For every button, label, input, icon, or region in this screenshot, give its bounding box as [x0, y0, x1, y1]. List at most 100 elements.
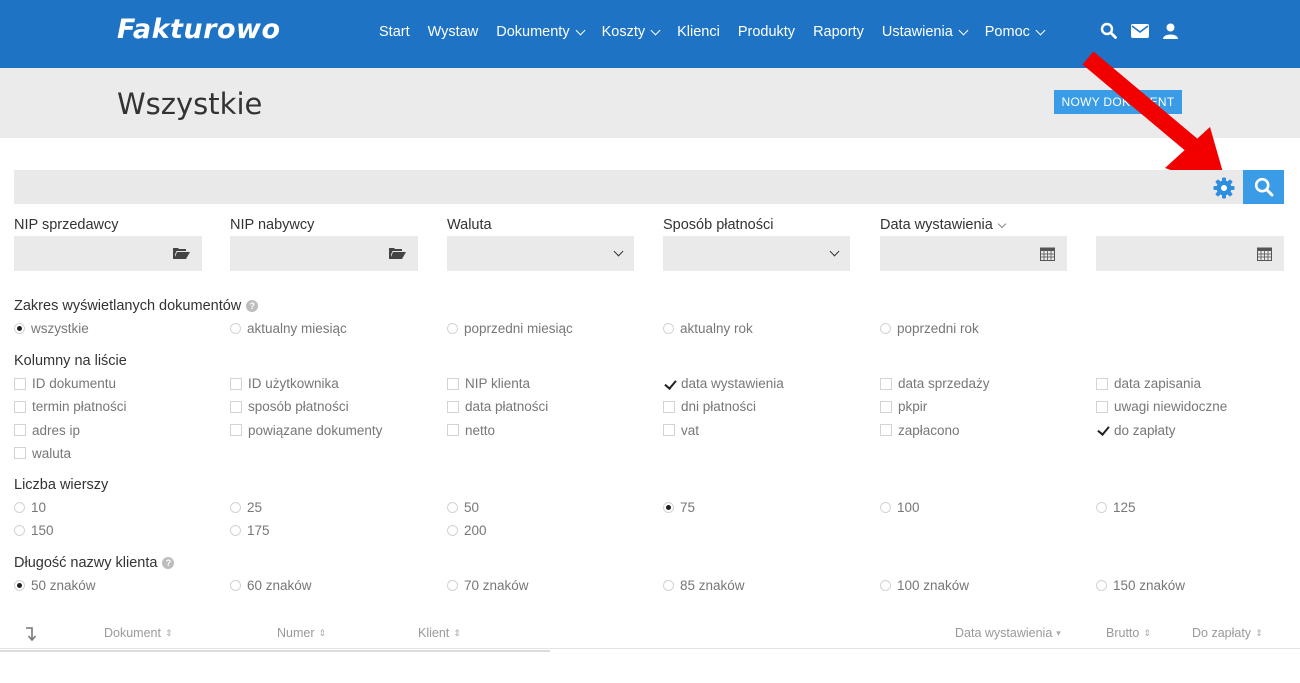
rows-option[interactable]: 200	[447, 523, 487, 538]
checkbox[interactable]	[14, 377, 26, 390]
column-option[interactable]: vat	[663, 423, 699, 438]
checkbox[interactable]	[880, 377, 892, 390]
calendar-icon[interactable]	[1257, 246, 1272, 261]
envelope-icon[interactable]	[1131, 23, 1149, 38]
range-option[interactable]: poprzedni miesiąc	[447, 321, 573, 336]
radio-button[interactable]	[230, 502, 241, 513]
column-option[interactable]: adres ip	[14, 423, 80, 438]
nav-item-wystaw[interactable]: Wystaw	[428, 24, 479, 40]
app-logo[interactable]: Fakturowo	[117, 14, 281, 45]
checkbox[interactable]	[230, 377, 242, 390]
nav-item-start[interactable]: Start	[379, 24, 410, 40]
nav-item-klienci[interactable]: Klienci	[677, 24, 720, 40]
nav-item-dokumenty[interactable]: Dokumenty	[496, 24, 586, 40]
column-header-to-pay[interactable]: Do zapłaty ⇕	[1192, 626, 1263, 640]
checkbox[interactable]	[1096, 377, 1108, 390]
radio-button[interactable]	[230, 525, 241, 536]
radio-button[interactable]	[14, 502, 25, 513]
client-name-option[interactable]: 150 znaków	[1096, 578, 1185, 593]
checkbox[interactable]	[447, 400, 459, 413]
column-option[interactable]: ID dokumentu	[14, 376, 116, 391]
search-button[interactable]	[1243, 170, 1284, 204]
client-name-option[interactable]: 50 znaków	[14, 578, 96, 593]
folder-open-icon[interactable]	[389, 247, 406, 260]
column-option[interactable]: data zapisania	[1096, 376, 1201, 391]
column-option[interactable]: do zapłaty	[1096, 423, 1176, 438]
column-option[interactable]: NIP klienta	[447, 376, 530, 391]
checkbox[interactable]	[447, 424, 459, 437]
user-icon[interactable]	[1163, 23, 1178, 39]
column-option[interactable]: data wystawienia	[663, 376, 784, 391]
issue-date-to-field[interactable]	[1096, 236, 1284, 271]
column-option[interactable]: netto	[447, 423, 495, 438]
nip-buyer-field[interactable]	[230, 236, 418, 271]
nav-item-pomoc[interactable]: Pomoc	[985, 24, 1046, 40]
radio-button[interactable]	[880, 323, 891, 334]
table-scrollbar[interactable]	[0, 650, 550, 652]
search-input[interactable]	[14, 170, 1244, 204]
radio-button[interactable]	[447, 580, 458, 591]
column-header-gross[interactable]: Brutto ⇕	[1106, 626, 1151, 640]
radio-button[interactable]	[1096, 580, 1107, 591]
checkbox[interactable]	[880, 400, 892, 413]
settings-button[interactable]	[1212, 176, 1236, 200]
client-name-option[interactable]: 60 znaków	[230, 578, 312, 593]
column-option[interactable]: termin płatności	[14, 399, 127, 414]
column-option[interactable]: dni płatności	[663, 399, 756, 414]
checkbox[interactable]	[663, 377, 675, 390]
checkbox[interactable]	[447, 377, 459, 390]
column-option[interactable]: powiązane dokumenty	[230, 423, 382, 438]
new-document-button[interactable]: Nowy dokument	[1054, 90, 1182, 114]
checkbox[interactable]	[230, 400, 242, 413]
help-icon[interactable]: ?	[246, 300, 259, 312]
currency-select[interactable]	[447, 236, 634, 271]
radio-button[interactable]	[447, 525, 458, 536]
client-name-option[interactable]: 85 znaków	[663, 578, 745, 593]
radio-button[interactable]	[230, 580, 241, 591]
column-option[interactable]: data sprzedaży	[880, 376, 990, 391]
rows-option[interactable]: 175	[230, 523, 270, 538]
column-option[interactable]: waluta	[14, 446, 71, 461]
checkbox[interactable]	[663, 400, 675, 413]
calendar-icon[interactable]	[1040, 246, 1055, 261]
column-header-client[interactable]: Klient ⇕	[418, 626, 461, 640]
folder-open-icon[interactable]	[173, 247, 190, 260]
nav-item-produkty[interactable]: Produkty	[738, 24, 795, 40]
nip-seller-field[interactable]	[14, 236, 202, 271]
rows-option[interactable]: 50	[447, 500, 479, 515]
checkbox[interactable]	[880, 424, 892, 437]
range-option[interactable]: wszystkie	[14, 321, 89, 336]
column-option[interactable]: data płatności	[447, 399, 548, 414]
radio-button[interactable]	[1096, 502, 1107, 513]
client-name-option[interactable]: 70 znaków	[447, 578, 529, 593]
checkbox[interactable]	[663, 424, 675, 437]
rows-option[interactable]: 75	[663, 500, 695, 515]
checkbox[interactable]	[1096, 400, 1108, 413]
rows-option[interactable]: 150	[14, 523, 54, 538]
checkbox[interactable]	[14, 424, 26, 437]
client-name-option[interactable]: 100 znaków	[880, 578, 969, 593]
radio-button[interactable]	[880, 580, 891, 591]
nav-item-raporty[interactable]: Raporty	[813, 24, 864, 40]
radio-button[interactable]	[230, 323, 241, 334]
rows-option[interactable]: 100	[880, 500, 920, 515]
radio-button[interactable]	[880, 502, 891, 513]
checkbox[interactable]	[14, 447, 26, 460]
range-option[interactable]: poprzedni rok	[880, 321, 979, 336]
checkbox[interactable]	[14, 400, 26, 413]
column-header-number[interactable]: Numer ⇕	[277, 626, 326, 640]
column-header-issue-date[interactable]: Data wystawienia ▾	[955, 626, 1061, 640]
column-option[interactable]: pkpir	[880, 399, 927, 414]
help-icon[interactable]: ?	[162, 557, 175, 569]
radio-button[interactable]	[14, 525, 25, 536]
radio-button[interactable]	[447, 502, 458, 513]
column-option[interactable]: sposób płatności	[230, 399, 349, 414]
checkbox[interactable]	[230, 424, 242, 437]
range-option[interactable]: aktualny rok	[663, 321, 753, 336]
column-option[interactable]: ID użytkownika	[230, 376, 339, 391]
nav-item-ustawienia[interactable]: Ustawienia	[882, 24, 969, 40]
column-option[interactable]: zapłacono	[880, 423, 960, 438]
column-header-document[interactable]: Dokument ⇕	[104, 626, 173, 640]
rows-option[interactable]: 25	[230, 500, 262, 515]
issue-date-from-field[interactable]	[880, 236, 1067, 271]
